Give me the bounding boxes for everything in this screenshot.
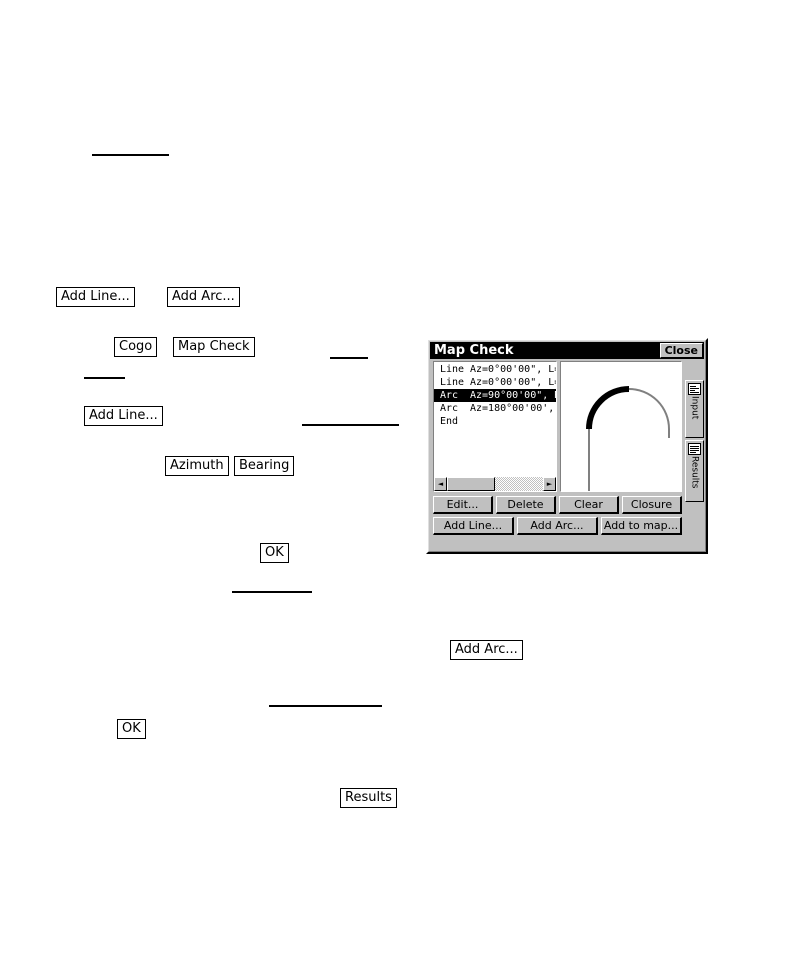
callout-add-arc-low: Add Arc... (450, 640, 523, 660)
scroll-left-arrow-icon[interactable]: ◄ (434, 477, 447, 491)
callout-bearing: Bearing (234, 456, 295, 476)
rule-cogo-right (330, 357, 368, 359)
clear-button[interactable]: Clear (559, 496, 619, 514)
dialog-title: Map Check (434, 343, 514, 358)
rule-add-line (302, 424, 399, 426)
tab-results-label: Results (689, 456, 700, 489)
callout-results: Results (340, 788, 397, 808)
scroll-right-arrow-icon[interactable]: ► (543, 477, 556, 491)
traverse-list-row[interactable]: Arc Az=180°00'00', (434, 402, 556, 415)
tab-input-label: Input (689, 396, 700, 420)
scrollbar-track[interactable] (447, 477, 543, 491)
dialog-titlebar[interactable]: Map Check Close (430, 342, 704, 359)
dialog-button-row-1: Edit... Delete Clear Closure (433, 496, 682, 514)
dialog-body: Line Az=0°00'00", L= Line Az=0°00'00", L= Ar… (430, 360, 704, 552)
traverse-list-row[interactable]: Arc Az=90°00'00", R (434, 389, 556, 402)
dialog-tab-strip: Input Results (685, 360, 704, 502)
rule-top (92, 154, 169, 156)
traverse-list[interactable]: Line Az=0°00'00", L= Line Az=0°00'00", L= Ar… (434, 363, 556, 476)
traverse-preview-panel[interactable] (560, 361, 682, 492)
traverse-list-row[interactable]: Line Az=0°00'00", L= (434, 376, 556, 389)
preview-arc-selected (586, 386, 630, 430)
traverse-list-row[interactable]: End (434, 415, 556, 428)
row-kind: Line (440, 377, 465, 388)
add-arc-button[interactable]: Add Arc... (517, 517, 598, 535)
row-kind: Line (440, 364, 465, 375)
rule-lower-mid (269, 705, 382, 707)
tab-results[interactable]: Results (685, 440, 704, 502)
rule-below-cogo (84, 377, 125, 379)
row-detail: Az=0°00'00", L= (470, 377, 556, 388)
form-document-icon (688, 383, 701, 395)
callout-add-line-mid: Add Line... (84, 406, 163, 426)
tab-input[interactable]: Input (685, 380, 704, 438)
report-document-icon (688, 443, 701, 455)
add-line-button[interactable]: Add Line... (433, 517, 514, 535)
row-detail: Az=90°00'00", R (470, 390, 556, 401)
delete-button[interactable]: Delete (496, 496, 556, 514)
callout-cogo: Cogo (114, 337, 158, 357)
row-kind: Arc (440, 403, 459, 414)
callout-azimuth: Azimuth (165, 456, 229, 476)
edit-button[interactable]: Edit... (433, 496, 493, 514)
closure-button[interactable]: Closure (622, 496, 682, 514)
add-to-map-button[interactable]: Add to map... (601, 517, 682, 535)
row-kind: Arc (440, 390, 459, 401)
close-button[interactable]: Close (659, 343, 703, 358)
callout-add-arc-top: Add Arc... (167, 287, 240, 307)
traverse-list-panel[interactable]: Line Az=0°00'00", L= Line Az=0°00'00", L= Ar… (433, 361, 557, 492)
map-check-dialog: Map Check Close Line Az=0°00'00", L= Line A… (426, 338, 708, 554)
row-detail: Az=0°00'00", L= (470, 364, 556, 375)
row-kind: End (440, 416, 459, 427)
preview-arc-other (628, 388, 670, 430)
callout-add-line-top: Add Line... (56, 287, 135, 307)
callout-ok-lower: OK (117, 719, 146, 739)
row-detail: Az=180°00'00', (470, 403, 555, 414)
scrollbar-thumb[interactable] (447, 477, 495, 491)
traverse-preview-graphic (586, 386, 670, 491)
traverse-list-row[interactable]: Line Az=0°00'00", L= (434, 363, 556, 376)
callout-map-check: Map Check (173, 337, 255, 357)
rule-below-ok (232, 591, 312, 593)
dialog-button-row-2: Add Line... Add Arc... Add to map... (433, 517, 682, 535)
callout-ok-upper: OK (260, 543, 289, 563)
list-horizontal-scrollbar[interactable]: ◄ ► (434, 477, 556, 491)
